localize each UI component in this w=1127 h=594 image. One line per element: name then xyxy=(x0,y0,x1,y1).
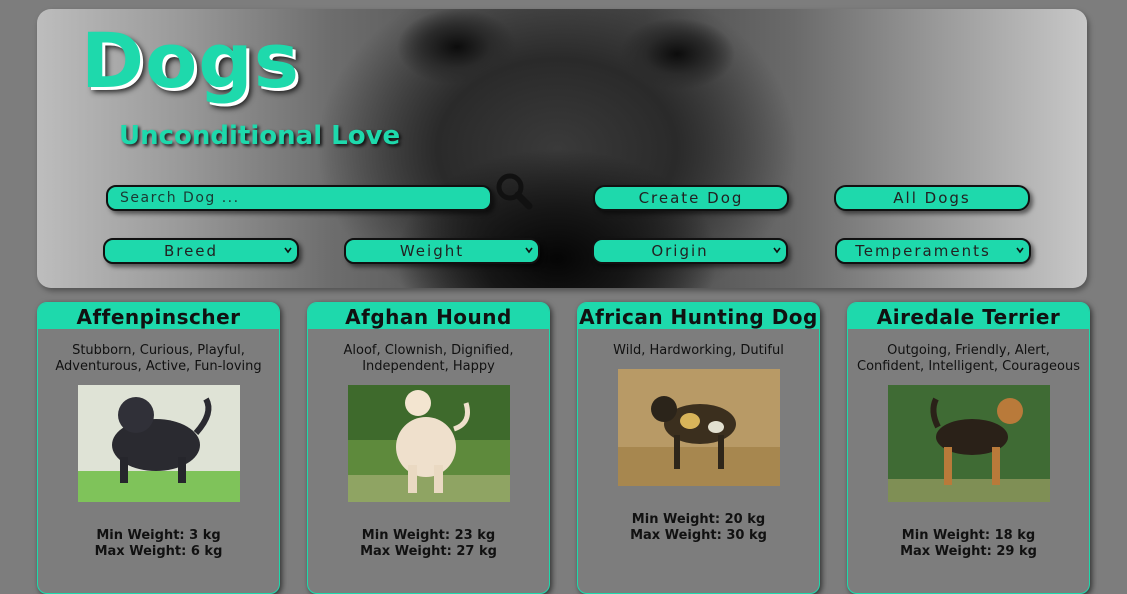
origin-select[interactable]: Origin xyxy=(592,238,788,264)
max-weight: Max Weight: 27 kg xyxy=(360,544,497,559)
dog-temperament: Aloof, Clownish, Dignified, Independent,… xyxy=(343,343,514,374)
search-icon xyxy=(496,173,533,210)
dog-image xyxy=(617,369,780,486)
min-weight: Min Weight: 20 kg xyxy=(631,512,766,527)
dog-name: Airedale Terrier xyxy=(848,303,1089,329)
search-button[interactable] xyxy=(492,169,538,215)
dog-temperament: Wild, Hardworking, Dutiful xyxy=(613,343,784,358)
origin-select-label: Origin xyxy=(651,242,709,260)
min-weight: Min Weight: 3 kg xyxy=(96,528,221,543)
search-input[interactable] xyxy=(106,185,492,211)
chevron-down-icon xyxy=(1016,247,1024,254)
weight-select-label: Weight xyxy=(399,242,465,260)
create-dog-button[interactable]: Create Dog xyxy=(593,185,789,211)
dog-card[interactable]: African Hunting Dog Wild, Hardworking, D… xyxy=(577,302,820,594)
chevron-down-icon xyxy=(284,247,292,254)
all-dogs-button[interactable]: All Dogs xyxy=(834,185,1030,211)
dog-card[interactable]: Afghan Hound Aloof, Clownish, Dignified,… xyxy=(307,302,550,594)
dog-name: African Hunting Dog xyxy=(578,303,819,329)
max-weight: Max Weight: 30 kg xyxy=(630,528,767,543)
chevron-down-icon xyxy=(525,247,533,254)
dog-image xyxy=(347,385,510,502)
hero-banner: Dogs Unconditional Love Create Dog All D… xyxy=(37,9,1087,288)
dog-image xyxy=(77,385,240,502)
dog-temperament: Stubborn, Curious, Playful, Adventurous,… xyxy=(55,343,262,374)
temperaments-select-label: Temperaments xyxy=(855,242,991,260)
min-weight: Min Weight: 23 kg xyxy=(361,528,496,543)
dog-card[interactable]: Airedale Terrier Outgoing, Friendly, Ale… xyxy=(847,302,1090,594)
dog-name: Affenpinscher xyxy=(38,303,279,329)
dog-temperament: Outgoing, Friendly, Alert, Confident, In… xyxy=(857,343,1080,374)
dog-name: Afghan Hound xyxy=(308,303,549,329)
max-weight: Max Weight: 6 kg xyxy=(94,544,223,559)
page-subtitle: Unconditional Love xyxy=(119,121,401,151)
breed-select[interactable]: Breed xyxy=(103,238,299,264)
weight-select[interactable]: Weight xyxy=(344,238,540,264)
min-weight: Min Weight: 18 kg xyxy=(901,528,1036,543)
max-weight: Max Weight: 29 kg xyxy=(900,544,1037,559)
breed-select-label: Breed xyxy=(163,242,219,260)
dog-card[interactable]: Affenpinscher Stubborn, Curious, Playful… xyxy=(37,302,280,594)
dog-image xyxy=(887,385,1050,502)
chevron-down-icon xyxy=(773,247,781,254)
page-title: Dogs xyxy=(81,16,300,105)
temperaments-select[interactable]: Temperaments xyxy=(835,238,1031,264)
